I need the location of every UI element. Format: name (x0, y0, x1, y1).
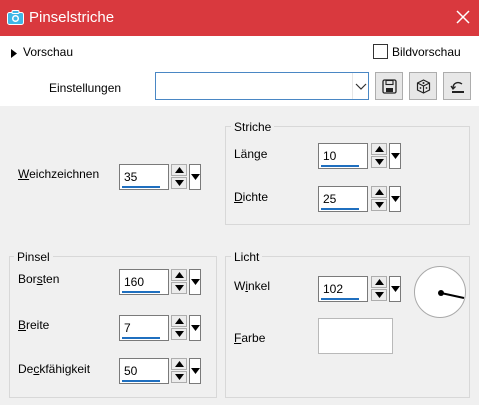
opacity-spinner[interactable] (171, 358, 188, 384)
image-preview-checkbox[interactable] (373, 44, 388, 59)
spin-down-icon[interactable] (371, 199, 387, 211)
opacity-input[interactable]: 50 (119, 358, 169, 384)
angle-dropdown[interactable] (389, 276, 401, 302)
randomize-button[interactable] (409, 72, 437, 100)
bristles-spinner[interactable] (171, 269, 188, 295)
light-group-title: Licht (231, 250, 263, 264)
spin-down-icon[interactable] (171, 328, 187, 340)
close-icon[interactable] (456, 10, 470, 27)
dropdown-arrow-icon (191, 368, 200, 374)
width-spinner[interactable] (171, 315, 188, 341)
reset-button[interactable] (443, 72, 471, 100)
bristles-label: Borsten (18, 272, 60, 286)
spin-down-icon[interactable] (371, 289, 387, 301)
spin-up-icon[interactable] (371, 276, 387, 288)
reset-icon (450, 81, 464, 93)
spin-up-icon[interactable] (171, 269, 187, 281)
preview-toggle[interactable]: Vorschau (23, 45, 73, 59)
dropdown-arrow-icon (391, 286, 400, 292)
width-input[interactable]: 7 (119, 315, 169, 341)
spin-up-icon[interactable] (371, 186, 387, 198)
dropdown-arrow-icon (391, 153, 400, 159)
window-title: Pinselstriche (29, 9, 115, 26)
spin-up-icon[interactable] (171, 315, 187, 327)
settings-label: Einstellungen (49, 81, 122, 95)
spin-down-icon[interactable] (171, 282, 187, 294)
density-label: Dichte (234, 190, 269, 204)
opacity-label: Deckfähigkeit (18, 362, 91, 376)
spin-up-icon[interactable] (171, 358, 187, 370)
spin-down-icon[interactable] (171, 177, 187, 189)
brush-group-title: Pinsel (14, 250, 53, 264)
angle-dial-needle-icon (438, 290, 465, 299)
angle-label: Winkel (234, 279, 271, 293)
chevron-down-icon[interactable] (352, 73, 368, 99)
width-label: Breite (18, 318, 50, 332)
length-dropdown[interactable] (389, 143, 401, 169)
expand-arrow-icon[interactable] (11, 47, 18, 61)
color-label: Farbe (234, 331, 266, 345)
dropdown-arrow-icon (391, 196, 400, 202)
spin-up-icon[interactable] (171, 164, 187, 176)
strokes-group-title: Striche (231, 120, 275, 134)
blur-dropdown[interactable] (189, 164, 201, 190)
image-preview-label[interactable]: Bildvorschau (392, 45, 461, 59)
blur-label: Weichzeichnen (18, 167, 100, 181)
blur-spinner[interactable] (171, 164, 188, 190)
randomize-dice-icon (416, 79, 431, 94)
density-dropdown[interactable] (389, 186, 401, 212)
save-preset-button[interactable] (375, 72, 403, 100)
light-color-swatch[interactable] (318, 318, 393, 354)
width-dropdown[interactable] (189, 315, 201, 341)
spin-up-icon[interactable] (371, 143, 387, 155)
dropdown-arrow-icon (191, 174, 200, 180)
dropdown-arrow-icon (191, 279, 200, 285)
camera-icon (7, 10, 24, 28)
spin-down-icon[interactable] (171, 371, 187, 383)
opacity-dropdown[interactable] (189, 358, 201, 384)
density-spinner[interactable] (371, 186, 388, 212)
settings-dropdown[interactable] (155, 72, 369, 100)
bristles-input[interactable]: 160 (119, 269, 169, 295)
title-bar: Pinselstriche (0, 0, 479, 36)
angle-dial[interactable] (414, 266, 466, 318)
dropdown-arrow-icon (191, 325, 200, 331)
spin-down-icon[interactable] (371, 156, 387, 168)
save-icon (382, 79, 397, 94)
length-label: Länge (234, 147, 268, 161)
density-input[interactable]: 25 (318, 186, 368, 212)
bristles-dropdown[interactable] (189, 269, 201, 295)
blur-input[interactable]: 35 (119, 164, 169, 190)
length-input[interactable]: 10 (318, 143, 368, 169)
angle-spinner[interactable] (371, 276, 388, 302)
length-spinner[interactable] (371, 143, 388, 169)
angle-input[interactable]: 102 (318, 276, 368, 302)
